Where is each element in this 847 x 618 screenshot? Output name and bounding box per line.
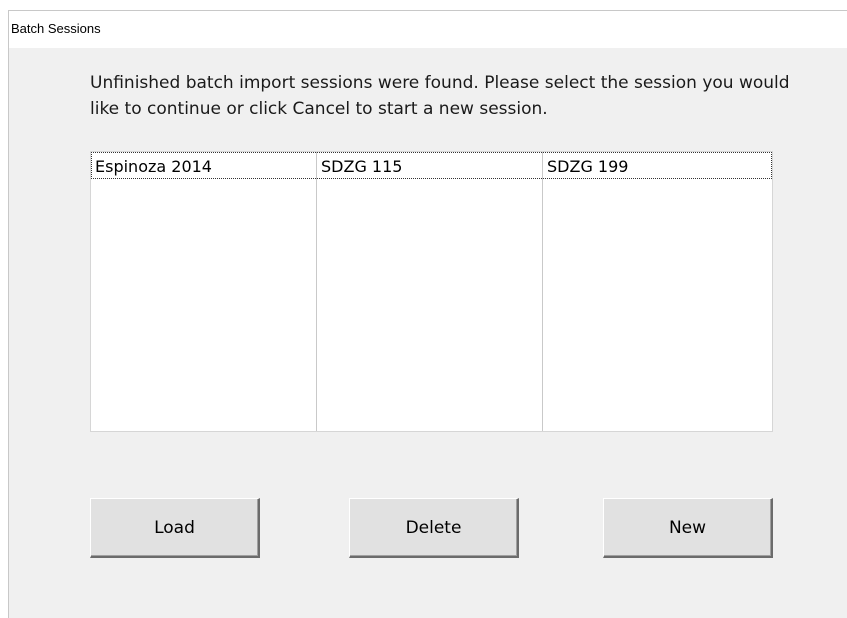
batch-sessions-dialog: Batch Sessions Unfinished batch import s…: [8, 10, 847, 618]
session-cell[interactable]: SDZG 115: [321, 157, 402, 176]
delete-button[interactable]: Delete: [349, 498, 519, 558]
column-1: [91, 152, 317, 431]
column-2: [316, 152, 543, 431]
session-cell[interactable]: Espinoza 2014: [95, 157, 212, 176]
list-item[interactable]: Espinoza 2014 SDZG 115 SDZG 199: [91, 152, 772, 179]
sessions-list[interactable]: Espinoza 2014 SDZG 115 SDZG 199: [90, 151, 773, 432]
instruction-message: Unfinished batch import sessions were fo…: [90, 73, 790, 119]
new-button[interactable]: New: [603, 498, 773, 558]
load-button[interactable]: Load: [90, 498, 260, 558]
title-bar: Batch Sessions: [9, 11, 847, 48]
column-3: [542, 152, 772, 431]
session-cell[interactable]: SDZG 199: [547, 157, 628, 176]
window-title: Batch Sessions: [11, 21, 101, 36]
